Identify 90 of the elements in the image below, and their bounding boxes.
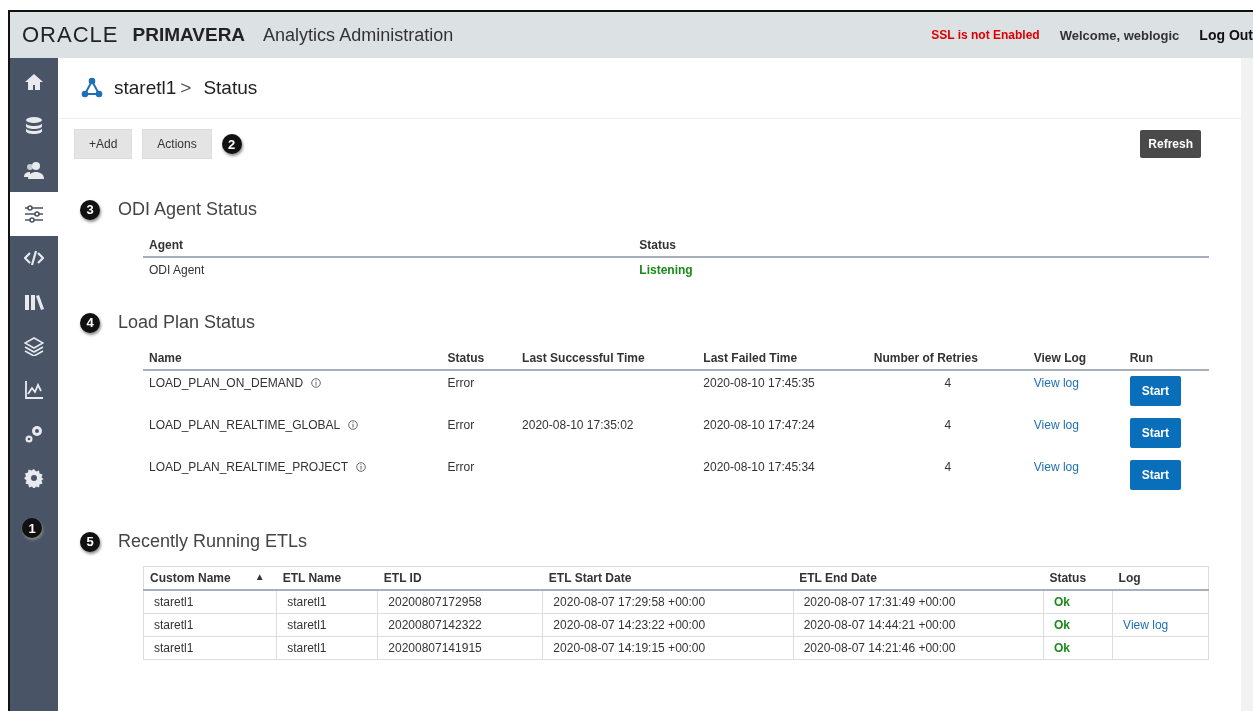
status-text: Listening (633, 257, 1209, 282)
table-cell: staretl1 (276, 636, 378, 660)
page-title: Status (203, 77, 258, 99)
ssl-warning: SSL is not Enabled (931, 28, 1040, 42)
table-cell-text: 4 (943, 459, 953, 476)
table-cell: staretl1 (276, 613, 378, 637)
breadcrumb-link[interactable]: staretl1 (114, 77, 177, 99)
column-header: Name (143, 347, 442, 370)
welcome-text: Welcome, weblogic (1059, 27, 1180, 43)
start-button[interactable]: Start (1129, 460, 1182, 490)
column-header: Status (633, 234, 1209, 257)
table-cell: 2020-08-07 14:19:15 +00:00 (542, 636, 794, 660)
callout-badge: 1 (22, 518, 42, 538)
column-header: ETL Start Date (542, 566, 794, 590)
info-icon (311, 378, 322, 388)
table-cell: staretl1 (276, 590, 378, 614)
product-name: PRIMAVERA (132, 24, 246, 46)
table-cell: ODI Agent (143, 257, 634, 282)
status-text: Ok (1043, 590, 1113, 614)
table-cell: 2020-08-07 17:31:49 +00:00 (793, 590, 1044, 614)
logout-link[interactable]: Log Out (1199, 27, 1253, 43)
status-text: Error (441, 370, 517, 413)
start-button[interactable]: Start (1129, 376, 1182, 406)
info-icon (348, 420, 359, 430)
section-title: ODI Agent Status (118, 199, 258, 220)
column-header: View Log (1027, 347, 1124, 370)
status-text: Ok (1043, 613, 1113, 637)
table-cell: staretl1 (143, 613, 277, 637)
status-text: Error (446, 417, 476, 434)
column-header: ETL ID (377, 566, 543, 590)
brand-logo: ORACLE (22, 22, 119, 48)
view-log-link[interactable]: View log (1033, 418, 1079, 432)
column-header: Log (1112, 566, 1209, 590)
table-cell: 20200807142322 (377, 613, 543, 637)
column-header: Last Failed Time (697, 347, 868, 370)
table-cell: staretl1 (143, 636, 277, 660)
table-cell: 2020-08-07 17:29:58 +00:00 (542, 590, 794, 614)
table-cell-text: 2020-08-10 17:47:24 (702, 417, 816, 434)
callout-badge: 4 (80, 312, 100, 333)
column-header: Last Successful Time (516, 347, 698, 370)
column-header: ETL Name (276, 566, 378, 590)
view-log-link[interactable]: View log (1033, 376, 1079, 390)
table-cell: LOAD_PLAN_ON_DEMAND (149, 376, 304, 390)
table-cell: staretl1 (143, 590, 277, 614)
column-header: Status (441, 347, 517, 370)
table-cell: 4 (867, 370, 1028, 413)
start-button[interactable]: Start (1129, 418, 1182, 448)
sort-indicator[interactable]: ▲ (254, 571, 265, 585)
column-header: Custom Name (150, 571, 231, 585)
table-cell: LOAD_PLAN_REALTIME_GLOBAL (149, 418, 341, 432)
gears-icon[interactable] (24, 424, 44, 444)
column-header: Run (1123, 347, 1209, 370)
table-cell: 20200807141915 (377, 636, 543, 660)
app-title: Analytics Administration (263, 24, 455, 46)
callout-badge: 2 (221, 134, 242, 154)
layers-icon[interactable] (24, 336, 44, 356)
home-icon[interactable] (24, 72, 44, 92)
column-header: ETL End Date (793, 566, 1044, 590)
status-text: Ok (1043, 636, 1113, 660)
refresh-button[interactable]: Refresh (1140, 130, 1201, 158)
table-cell: 2020-08-07 14:44:21 +00:00 (793, 613, 1044, 637)
settings-icon[interactable] (24, 468, 44, 488)
table-cell: 2020-08-10 17:45:35 (697, 370, 868, 413)
section-title: Recently Running ETLs (118, 531, 308, 552)
add-button[interactable]: +Add (74, 129, 133, 159)
callout-badge: 3 (80, 199, 100, 220)
code-icon[interactable] (24, 248, 44, 268)
network-icon (80, 76, 104, 100)
books-icon[interactable] (24, 292, 44, 312)
table-cell-text: 2020-08-10 17:45:34 (702, 459, 816, 476)
status-text: Error (446, 459, 476, 476)
table-cell: LOAD_PLAN_REALTIME_PROJECT (149, 460, 349, 474)
chart-icon[interactable] (24, 380, 44, 400)
database-icon[interactable] (24, 116, 44, 136)
info-icon (356, 462, 367, 472)
column-header: Agent (143, 234, 634, 257)
section-title: Load Plan Status (118, 312, 256, 333)
table-cell-text: 2020-08-10 17:35:02 (521, 417, 635, 434)
sliders-icon[interactable] (24, 204, 44, 224)
table-cell: 2020-08-07 14:23:22 +00:00 (542, 613, 794, 637)
column-header: Status (1043, 566, 1113, 590)
users-icon[interactable] (24, 160, 44, 180)
view-log-link[interactable]: View log (1033, 460, 1079, 474)
breadcrumb-separator: > (180, 77, 192, 99)
column-header: Number of Retries (867, 347, 1028, 370)
table-cell: 2020-08-07 14:21:46 +00:00 (793, 636, 1044, 660)
callout-badge: 5 (80, 531, 100, 552)
table-cell: 20200807172958 (377, 590, 543, 614)
table-cell-text: 4 (943, 417, 953, 434)
actions-button[interactable]: Actions (142, 129, 212, 159)
